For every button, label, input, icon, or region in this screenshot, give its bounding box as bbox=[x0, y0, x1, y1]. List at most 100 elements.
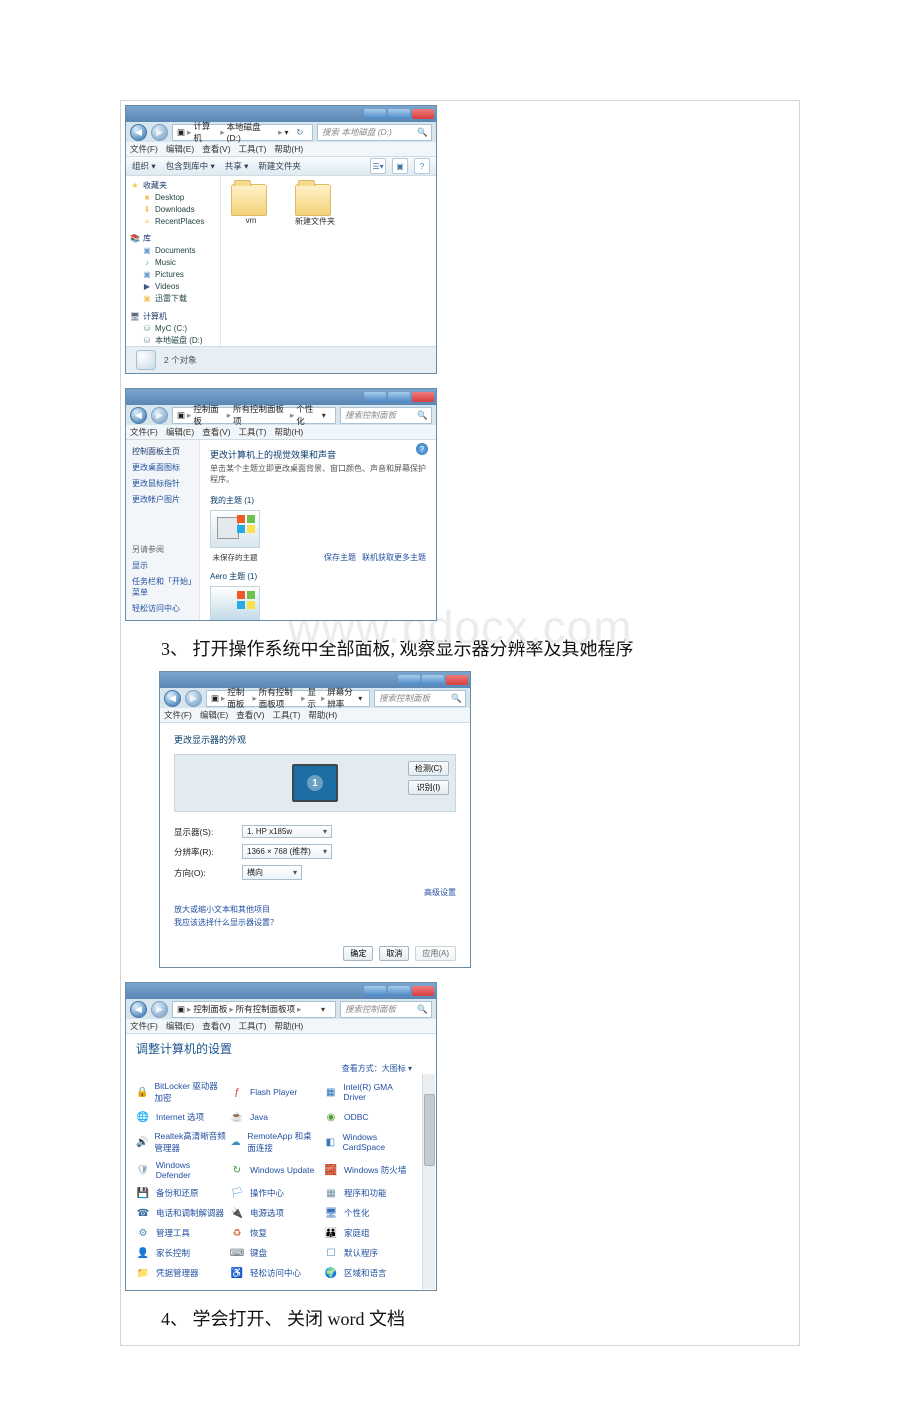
breadcrumb-dropdown[interactable]: ▾ bbox=[321, 1005, 331, 1014]
breadcrumb-item[interactable]: 本地磁盘 (D:) bbox=[227, 121, 277, 143]
display-link[interactable]: 显示 bbox=[132, 560, 193, 571]
resolution-select[interactable]: 1366 × 768 (推荐) bbox=[242, 844, 332, 859]
control-panel-item[interactable]: 🏳操作中心 bbox=[230, 1184, 320, 1202]
breadcrumb[interactable]: ▣ ▸ 控制面板 ▸ 所有控制面板项 ▸ 个性化 ▾ bbox=[172, 407, 336, 424]
apply-button[interactable]: 应用(A) bbox=[415, 946, 456, 961]
nav-desktop[interactable]: ■Desktop bbox=[130, 191, 216, 203]
cp-item-label[interactable]: 电源选项 bbox=[250, 1207, 284, 1219]
change-mouse-pointers-link[interactable]: 更改鼠标指针 bbox=[132, 478, 193, 489]
menu-edit[interactable]: 编辑(E) bbox=[166, 143, 194, 155]
cp-item-label[interactable]: RemoteApp 和桌面连接 bbox=[247, 1130, 320, 1154]
nav-videos[interactable]: ▶Videos bbox=[130, 280, 216, 292]
menu-help[interactable]: 帮助(H) bbox=[308, 709, 337, 721]
cp-item-label[interactable]: 家庭组 bbox=[344, 1227, 370, 1239]
orientation-select[interactable]: 横向 bbox=[242, 865, 302, 880]
cp-item-label[interactable]: 备份和还原 bbox=[156, 1187, 199, 1199]
folder-item[interactable]: 新建文件夹 bbox=[295, 184, 335, 227]
maximize-button[interactable] bbox=[388, 986, 410, 996]
organize-button[interactable]: 组织 ▾ bbox=[132, 160, 156, 172]
menu-view[interactable]: 查看(V) bbox=[236, 709, 264, 721]
breadcrumb-item[interactable]: 控制面板 bbox=[227, 686, 250, 710]
breadcrumb-item[interactable]: 所有控制面板项 bbox=[233, 403, 288, 427]
menu-edit[interactable]: 编辑(E) bbox=[200, 709, 228, 721]
cp-item-label[interactable]: 区域和语言 bbox=[344, 1267, 387, 1279]
content-area[interactable]: vm 新建文件夹 bbox=[221, 176, 436, 346]
forward-button[interactable]: ▶ bbox=[151, 407, 168, 424]
breadcrumb-item[interactable]: 计算机 bbox=[193, 120, 218, 144]
control-panel-item[interactable]: ◧Windows CardSpace bbox=[324, 1128, 414, 1156]
nav-music[interactable]: ♪Music bbox=[130, 256, 216, 268]
taskbar-start-link[interactable]: 任务栏和「开始」菜单 bbox=[132, 576, 193, 598]
control-panel-item[interactable]: ↻Windows Update bbox=[230, 1158, 320, 1182]
cp-item-label[interactable]: Windows Defender bbox=[156, 1160, 226, 1180]
identify-button[interactable]: 识别(I) bbox=[408, 780, 449, 795]
nav-favorites[interactable]: ★ 收藏夹 bbox=[130, 180, 216, 191]
breadcrumb[interactable]: ▣ ▸ 控制面板 ▸ 所有控制面板项 ▸ ▾ bbox=[172, 1001, 336, 1018]
back-button[interactable]: ◀ bbox=[164, 690, 181, 707]
control-panel-item[interactable]: 🌍区域和语言 bbox=[324, 1264, 414, 1282]
control-panel-item[interactable]: ▦程序和功能 bbox=[324, 1184, 414, 1202]
save-theme-link[interactable]: 保存主题 bbox=[324, 552, 356, 563]
menu-edit[interactable]: 编辑(E) bbox=[166, 426, 194, 438]
help-icon[interactable]: ? bbox=[416, 443, 428, 455]
control-panel-item[interactable]: 🛡Windows Defender bbox=[136, 1158, 226, 1182]
nav-recent[interactable]: ≡RecentPlaces bbox=[130, 215, 216, 227]
nav-pictures[interactable]: ▣Pictures bbox=[130, 268, 216, 280]
control-panel-item[interactable]: ◉ODBC bbox=[324, 1108, 414, 1126]
menu-help[interactable]: 帮助(H) bbox=[274, 1020, 303, 1032]
menu-edit[interactable]: 编辑(E) bbox=[166, 1020, 194, 1032]
nav-downloads[interactable]: ⬇Downloads bbox=[130, 203, 216, 215]
breadcrumb[interactable]: ▣ ▸ 控制面板 ▸ 所有控制面板项 ▸ 显示 ▸ 屏幕分辨率 ▾ bbox=[206, 690, 370, 707]
share-button[interactable]: 共享 ▾ bbox=[225, 160, 249, 172]
cp-item-label[interactable]: Realtek高清晰音频管理器 bbox=[154, 1130, 226, 1154]
menu-tools[interactable]: 工具(T) bbox=[239, 1020, 267, 1032]
vertical-scrollbar[interactable] bbox=[422, 1074, 435, 1289]
control-panel-item[interactable]: 🔒BitLocker 驱动器加密 bbox=[136, 1078, 226, 1106]
theme-thumbnail[interactable] bbox=[210, 510, 260, 548]
menu-view[interactable]: 查看(V) bbox=[202, 426, 230, 438]
back-button[interactable]: ◀ bbox=[130, 1001, 147, 1018]
control-panel-item[interactable]: ▦Intel(R) GMA Driver bbox=[324, 1078, 414, 1106]
minimize-button[interactable] bbox=[364, 392, 386, 402]
control-panel-item[interactable]: ♿轻松访问中心 bbox=[230, 1264, 320, 1282]
folder-item[interactable]: vm bbox=[231, 184, 271, 225]
cp-item-label[interactable]: BitLocker 驱动器加密 bbox=[154, 1080, 226, 1104]
menu-help[interactable]: 帮助(H) bbox=[274, 143, 303, 155]
nav-documents[interactable]: ▣Documents bbox=[130, 244, 216, 256]
menu-view[interactable]: 查看(V) bbox=[202, 143, 230, 155]
breadcrumb-item[interactable]: 所有控制面板项 bbox=[259, 686, 299, 710]
nav-xunlei[interactable]: ▣迅雷下载 bbox=[130, 292, 216, 305]
which-settings-link[interactable]: 我应该选择什么显示器设置？ bbox=[174, 917, 456, 928]
close-button[interactable] bbox=[412, 109, 434, 119]
change-desktop-icons-link[interactable]: 更改桌面图标 bbox=[132, 462, 193, 473]
minimize-button[interactable] bbox=[364, 986, 386, 996]
monitor-icon[interactable]: 1 bbox=[292, 764, 338, 802]
cp-item-label[interactable]: 轻松访问中心 bbox=[250, 1267, 301, 1279]
control-panel-item[interactable]: ☐默认程序 bbox=[324, 1244, 414, 1262]
menu-tools[interactable]: 工具(T) bbox=[239, 143, 267, 155]
ok-button[interactable]: 确定 bbox=[343, 946, 373, 961]
search-input[interactable]: 搜索控制面板 🔍 bbox=[340, 1001, 432, 1018]
close-button[interactable] bbox=[412, 392, 434, 402]
search-input[interactable]: 搜索控制面板 🔍 bbox=[374, 690, 466, 707]
cp-item-label[interactable]: 恢复 bbox=[250, 1227, 267, 1239]
breadcrumb-item[interactable]: 所有控制面板项 bbox=[236, 1003, 296, 1015]
maximize-button[interactable] bbox=[422, 675, 444, 685]
cp-item-label[interactable]: ODBC bbox=[344, 1112, 369, 1122]
cp-item-label[interactable]: 程序和功能 bbox=[344, 1187, 387, 1199]
minimize-button[interactable] bbox=[398, 675, 420, 685]
menu-tools[interactable]: 工具(T) bbox=[273, 709, 301, 721]
detect-button[interactable]: 检测(C) bbox=[408, 761, 449, 776]
preview-pane-button[interactable]: ▣ bbox=[392, 158, 408, 174]
close-button[interactable] bbox=[412, 986, 434, 996]
breadcrumb-item[interactable]: 控制面板 bbox=[193, 1003, 227, 1015]
control-panel-item[interactable]: ☁RemoteApp 和桌面连接 bbox=[230, 1128, 320, 1156]
cp-item-label[interactable]: 默认程序 bbox=[344, 1247, 378, 1259]
theme-thumbnail[interactable] bbox=[210, 586, 260, 621]
control-panel-item[interactable]: 💾备份和还原 bbox=[136, 1184, 226, 1202]
view-options-button[interactable]: ☰▾ bbox=[370, 158, 386, 174]
minimize-button[interactable] bbox=[364, 109, 386, 119]
control-panel-item[interactable]: ⌨键盘 bbox=[230, 1244, 320, 1262]
search-input[interactable]: 搜索 本地磁盘 (D:) 🔍 bbox=[317, 124, 432, 141]
breadcrumb[interactable]: ▣ ▸ 计算机 ▸ 本地磁盘 (D:) ▸ ▾ ↻ bbox=[172, 124, 313, 141]
